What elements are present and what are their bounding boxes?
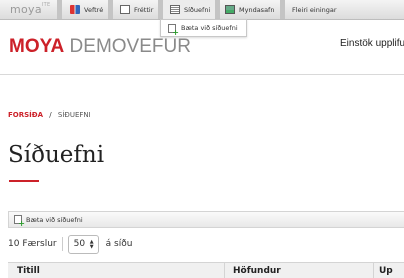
column-header-author[interactable]: Höfundur [233, 266, 281, 276]
column-header-updated[interactable]: Up [379, 266, 393, 276]
breadcrumb-current: SÍÐUEFNI [57, 111, 91, 119]
column-divider [373, 263, 374, 278]
toolbar-item-frettir[interactable]: Fréttir [120, 0, 153, 19]
page-icon [170, 5, 180, 14]
breadcrumb: FORSÍÐA / SÍÐUEFNI [8, 111, 91, 119]
column-divider [224, 263, 225, 278]
toolbar-item-veftre[interactable]: Veftré [70, 0, 103, 19]
toolbar-separator [215, 0, 220, 19]
breadcrumb-separator: / [49, 111, 52, 119]
per-page-suffix: á síðu [105, 239, 133, 249]
header-divider [0, 74, 404, 75]
toolbar-item-myndasafn[interactable]: Myndasafn [225, 0, 274, 19]
news-icon [120, 5, 130, 14]
add-page-menu-item[interactable]: Bæta við síðuefni [160, 19, 247, 37]
site-logo[interactable]: MOYA DEMOVEFUR [9, 37, 191, 57]
sitemap-icon [70, 5, 80, 14]
add-page-icon [14, 215, 25, 228]
toolbar-item-fleiri-einingar[interactable]: Fleiri einingar [292, 0, 337, 19]
add-page-button[interactable]: Bæta við síðuefni [8, 211, 404, 228]
divider [61, 237, 63, 251]
column-header-title[interactable]: Titill [17, 266, 40, 276]
per-page-select[interactable]: 50 ▲ ▼ [67, 234, 99, 254]
table-header: Titill Höfundur Up [8, 262, 404, 278]
moya-logo[interactable]: moyaITE [10, 2, 51, 16]
toolbar-item-siduefni[interactable]: Síðuefni [163, 0, 219, 19]
page-title: Síðuefni [8, 142, 105, 168]
admin-toolbar: moyaITE Veftré Fréttir Síðuefni Myndasaf… [0, 0, 404, 20]
breadcrumb-home-link[interactable]: FORSÍÐA [8, 111, 43, 119]
title-underline [9, 180, 39, 182]
toolbar-separator [108, 0, 113, 19]
toolbar-separator [280, 0, 285, 19]
add-page-icon [168, 23, 179, 37]
site-tagline: Einstök upplifun [340, 38, 404, 49]
records-count: 10 Færslur [8, 239, 57, 249]
image-gallery-icon [225, 5, 235, 14]
select-arrows-icon: ▲ ▼ [89, 238, 94, 250]
records-per-page: 10 Færslur 50 ▲ ▼ á síðu [8, 234, 132, 254]
toolbar-separator [57, 0, 62, 19]
